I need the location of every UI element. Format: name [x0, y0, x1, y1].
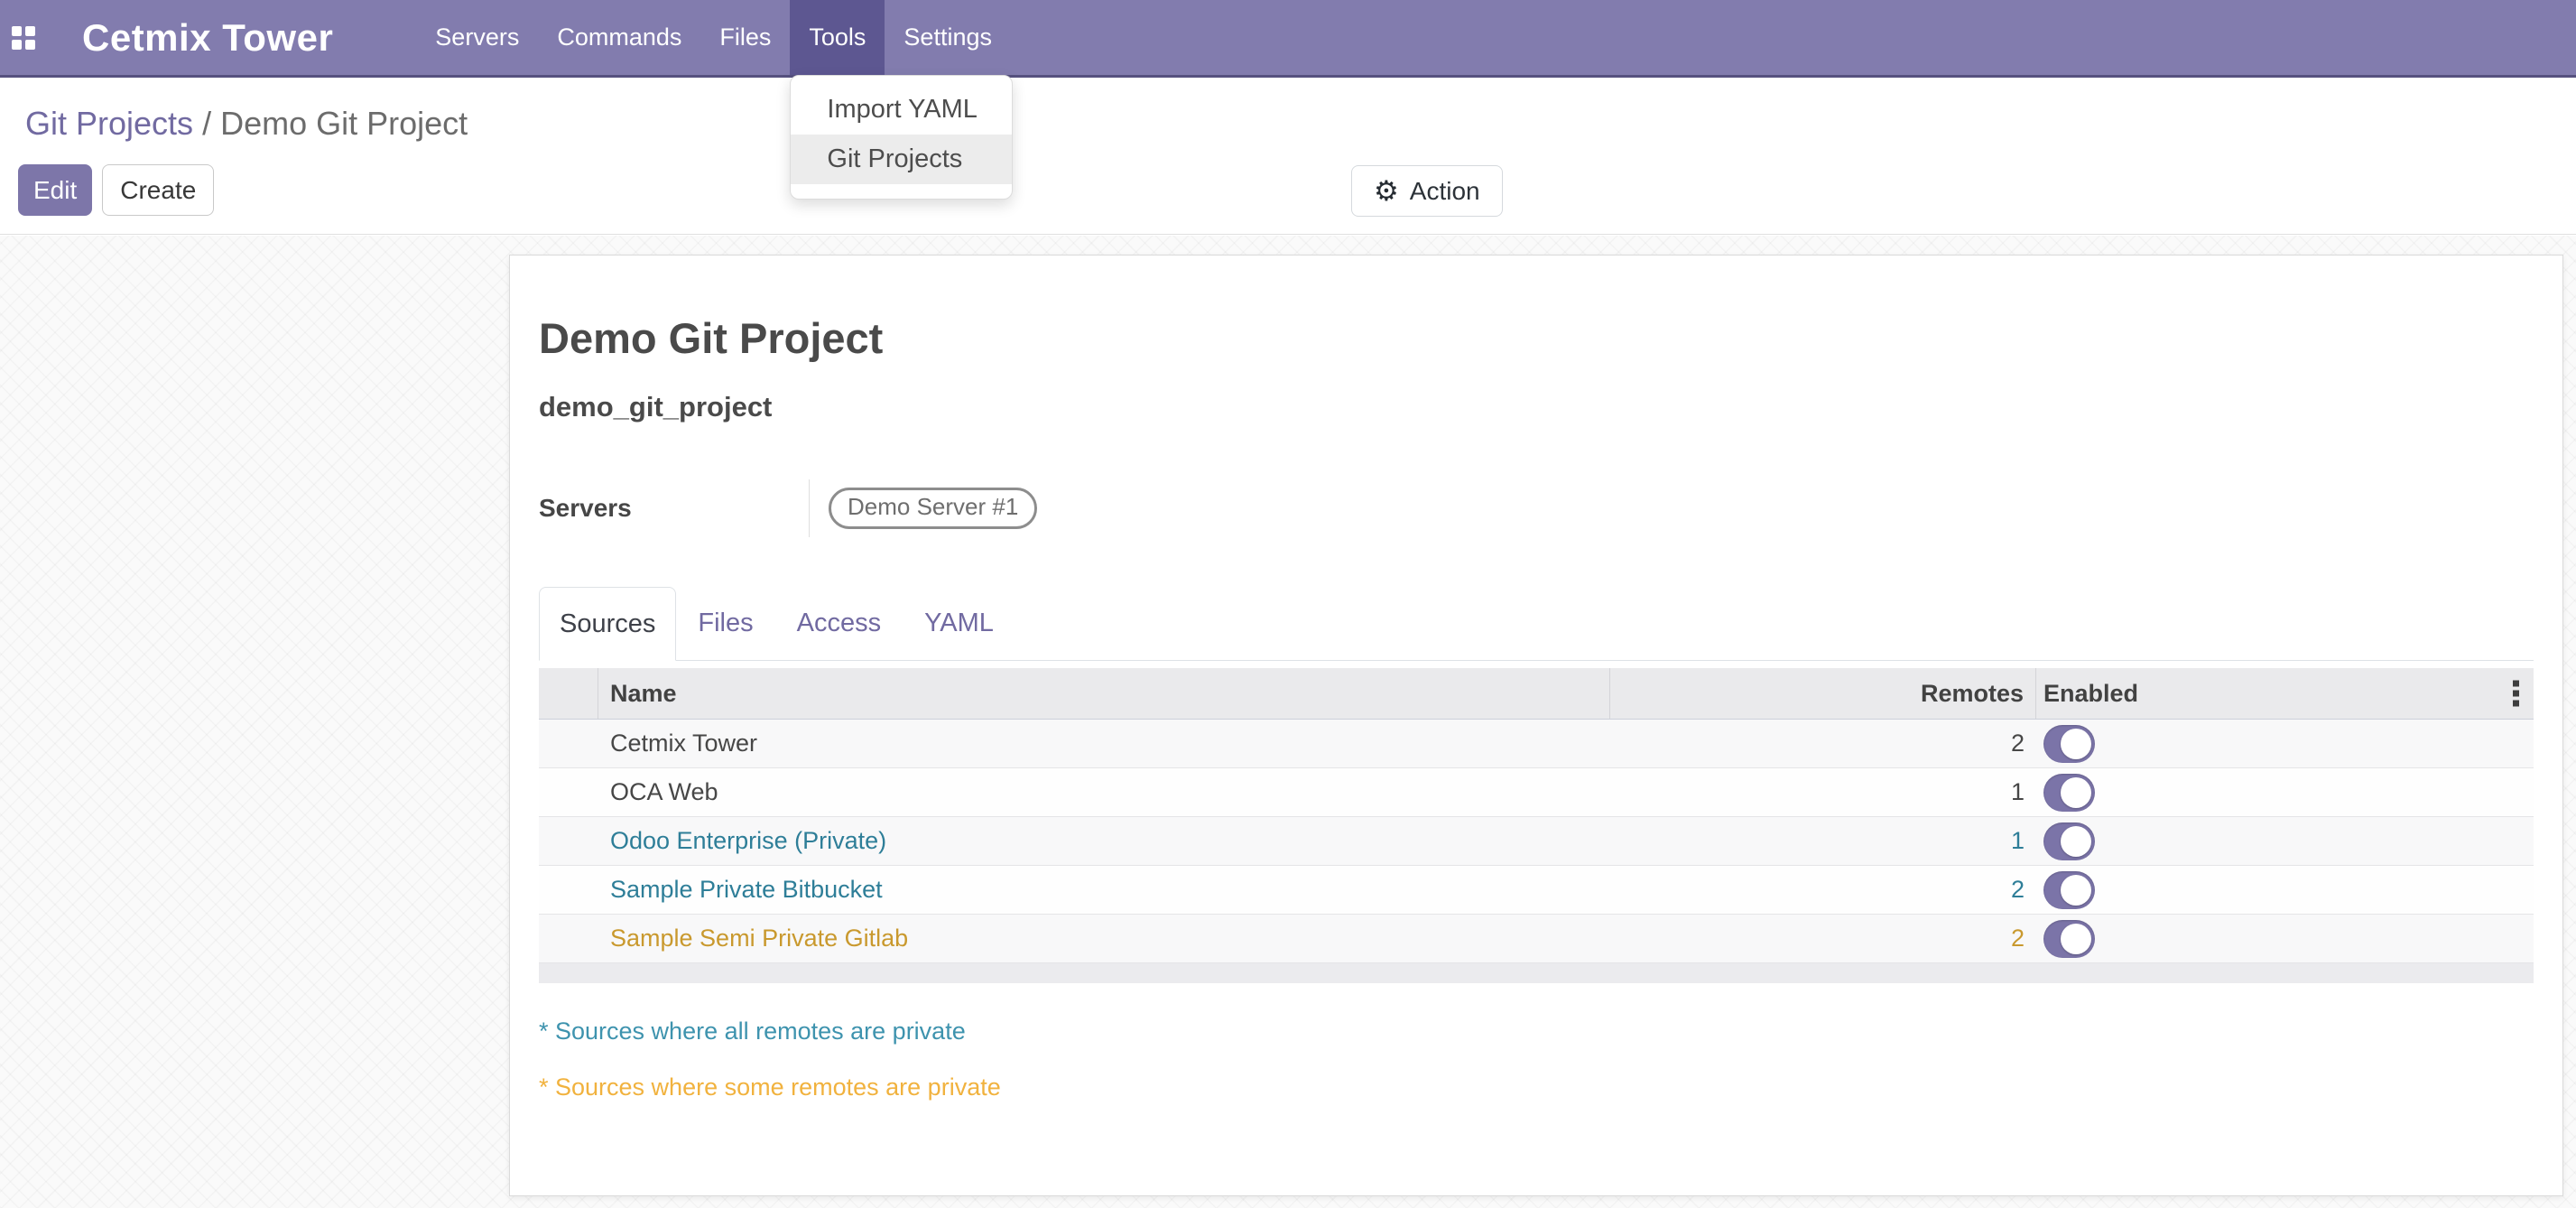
source-name-cell[interactable]: OCA Web	[598, 778, 1610, 806]
action-button[interactable]: ⚙ Action	[1351, 165, 1503, 217]
enabled-cell	[2036, 920, 2534, 958]
action-button-label: Action	[1410, 177, 1480, 206]
notebook-tabs: Sources Files Access YAML	[539, 587, 2534, 661]
apps-menu-square	[25, 40, 35, 50]
form-card: Demo Git Project demo_git_project Server…	[509, 255, 2563, 1196]
table-row[interactable]: OCA Web 1	[539, 768, 2534, 817]
breadcrumb-separator: /	[202, 105, 220, 142]
table-footer-strip	[539, 963, 2534, 983]
tab-sources[interactable]: Sources	[539, 587, 676, 661]
main-content-area: Demo Git Project demo_git_project Server…	[0, 236, 2576, 1208]
enabled-toggle[interactable]	[2043, 871, 2095, 909]
servers-field-label: Servers	[539, 494, 809, 523]
table-row[interactable]: Sample Semi Private Gitlab 2	[539, 915, 2534, 963]
legend-semi-private-note: * Sources where some remotes are private	[539, 1073, 2534, 1101]
servers-field-row: Servers Demo Server #1	[539, 479, 2534, 537]
row-selector-cell	[539, 768, 598, 816]
apps-menu-icon[interactable]	[12, 26, 35, 50]
optional-columns-icon[interactable]	[2509, 677, 2523, 711]
enabled-cell	[2036, 725, 2534, 763]
dropdown-item-git-projects[interactable]: Git Projects	[791, 135, 1012, 184]
row-selector-cell	[539, 817, 598, 865]
dropdown-item-import-yaml[interactable]: Import YAML	[791, 85, 1012, 135]
breadcrumb-current: Demo Git Project	[220, 105, 468, 142]
row-selector-cell	[539, 720, 598, 767]
table-row[interactable]: Sample Private Bitbucket 2	[539, 866, 2534, 915]
tools-dropdown-menu: Import YAML Git Projects	[790, 75, 1013, 200]
source-name-cell[interactable]: Sample Private Bitbucket	[598, 876, 1610, 904]
remotes-count-cell: 2	[1610, 729, 2036, 757]
legend-private-note: * Sources where all remotes are private	[539, 1017, 2534, 1045]
row-selector-cell	[539, 915, 598, 962]
tab-yaml[interactable]: YAML	[903, 587, 1015, 660]
nav-item-commands[interactable]: Commands	[538, 0, 700, 75]
source-name-cell[interactable]: Cetmix Tower	[598, 729, 1610, 757]
enabled-toggle[interactable]	[2043, 920, 2095, 958]
edit-button[interactable]: Edit	[18, 164, 92, 216]
sources-table: Name Remotes Enabled Cetmix Tower 2 OCA …	[539, 668, 2534, 983]
nav-item-files[interactable]: Files	[700, 0, 790, 75]
enabled-cell	[2036, 871, 2534, 909]
navbar-menu: Servers Commands Files Tools Import YAML…	[416, 0, 1011, 75]
nav-item-settings[interactable]: Settings	[885, 0, 1011, 75]
button-group: Edit Create	[18, 164, 214, 216]
control-panel: Git Projects / Demo Git Project Edit Cre…	[0, 78, 2576, 235]
apps-menu-square	[25, 26, 35, 36]
header-selector-cell	[539, 668, 598, 719]
record-technical-name: demo_git_project	[539, 391, 2534, 423]
table-row[interactable]: Odoo Enterprise (Private) 1	[539, 817, 2534, 866]
header-remotes[interactable]: Remotes	[1610, 668, 2036, 719]
record-title: Demo Git Project	[539, 315, 2534, 362]
breadcrumb-parent-link[interactable]: Git Projects	[25, 105, 193, 142]
source-name-cell[interactable]: Odoo Enterprise (Private)	[598, 827, 1610, 855]
top-navbar: Cetmix Tower Servers Commands Files Tool…	[0, 0, 2576, 78]
table-row[interactable]: Cetmix Tower 2	[539, 720, 2534, 768]
nav-item-servers[interactable]: Servers	[416, 0, 538, 75]
nav-item-tools-label: Tools	[809, 23, 866, 51]
tab-files[interactable]: Files	[676, 587, 774, 660]
create-button[interactable]: Create	[102, 164, 214, 216]
tab-access[interactable]: Access	[775, 587, 903, 660]
remotes-count-cell: 1	[1610, 778, 2036, 806]
header-enabled[interactable]: Enabled	[2036, 668, 2534, 719]
header-name[interactable]: Name	[598, 668, 1610, 719]
breadcrumb: Git Projects / Demo Git Project	[25, 105, 468, 143]
remotes-count-cell: 2	[1610, 925, 2036, 952]
enabled-toggle[interactable]	[2043, 725, 2095, 763]
enabled-cell	[2036, 822, 2534, 860]
remotes-count-cell: 2	[1610, 876, 2036, 904]
apps-menu-square	[12, 26, 22, 36]
server-tag[interactable]: Demo Server #1	[829, 488, 1037, 529]
remotes-count-cell: 1	[1610, 827, 2036, 855]
apps-menu-square	[12, 40, 22, 50]
enabled-toggle[interactable]	[2043, 774, 2095, 812]
enabled-cell	[2036, 774, 2534, 812]
enabled-toggle[interactable]	[2043, 822, 2095, 860]
nav-item-tools[interactable]: Tools Import YAML Git Projects	[790, 0, 885, 75]
table-header: Name Remotes Enabled	[539, 668, 2534, 720]
row-selector-cell	[539, 866, 598, 914]
source-name-cell[interactable]: Sample Semi Private Gitlab	[598, 925, 1610, 952]
app-brand[interactable]: Cetmix Tower	[82, 16, 333, 60]
gear-icon: ⚙	[1374, 175, 1399, 208]
servers-field-value: Demo Server #1	[809, 479, 1037, 537]
